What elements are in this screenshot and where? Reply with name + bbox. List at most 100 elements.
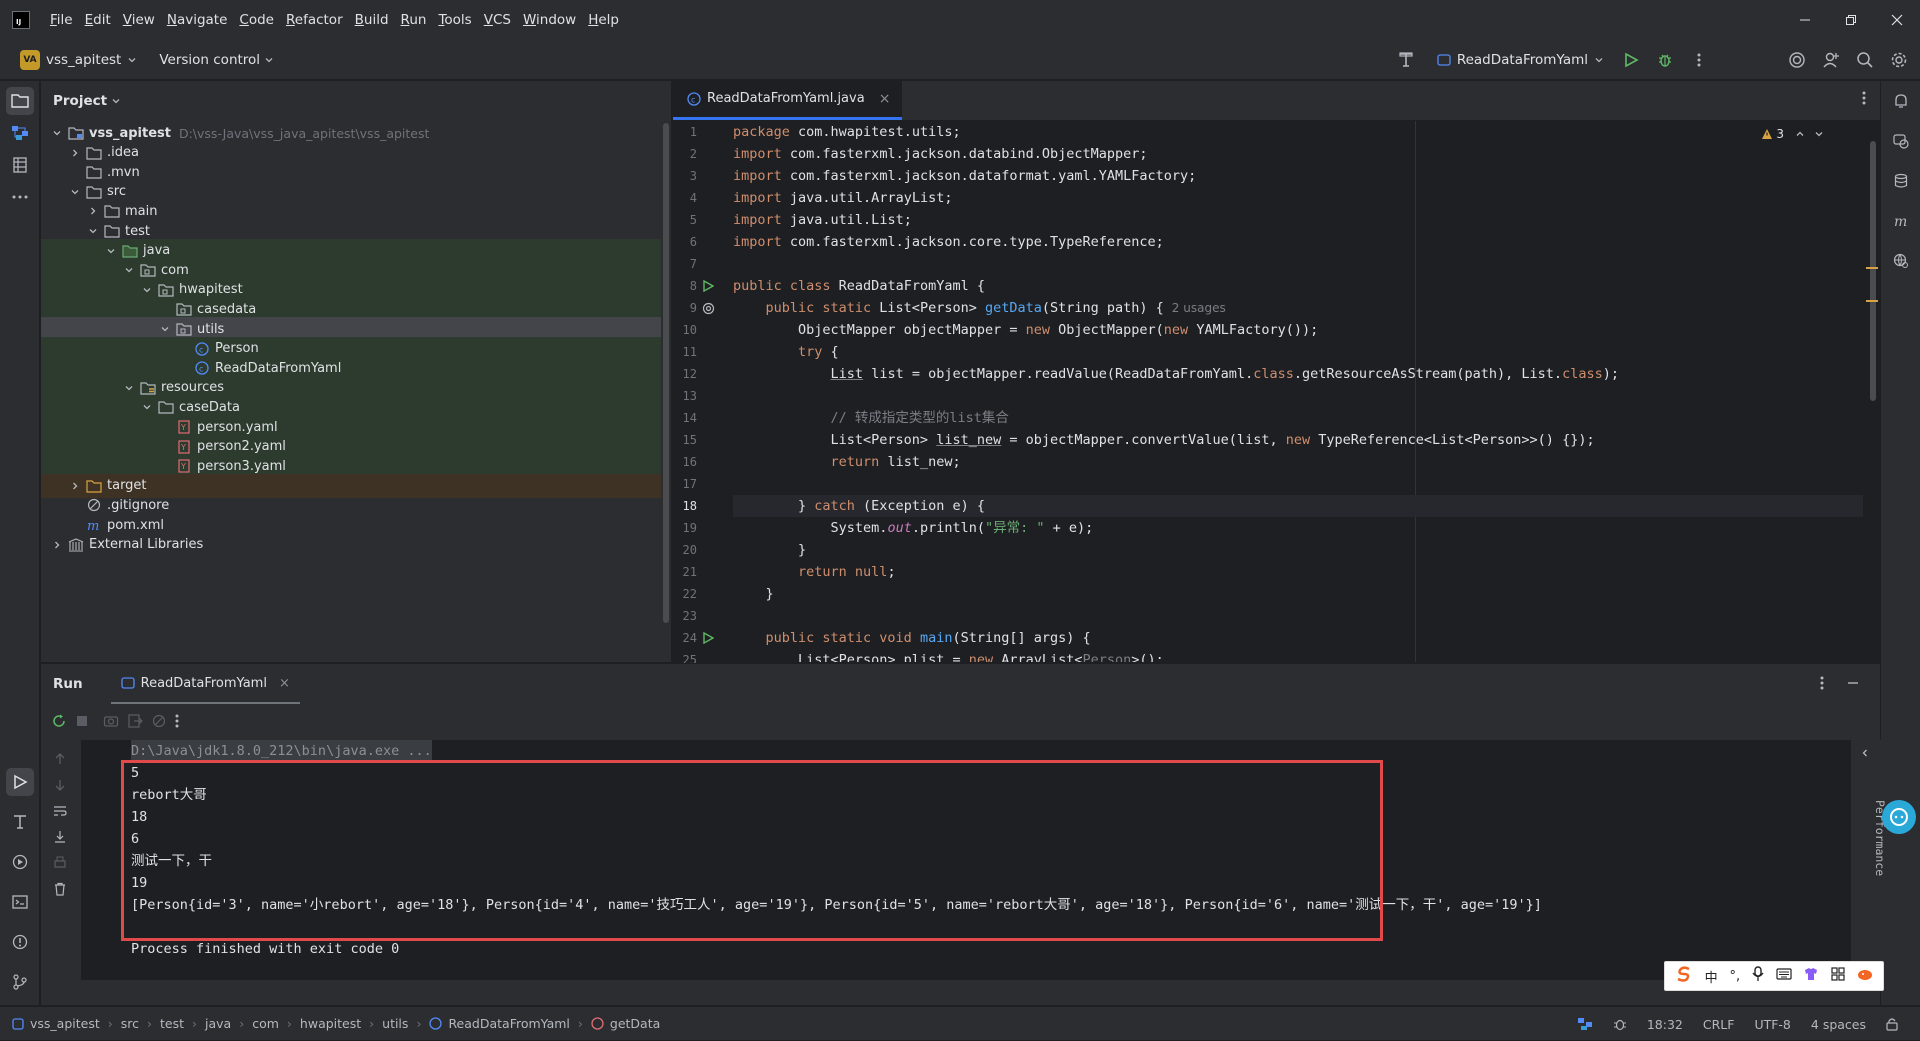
ime-logo-icon[interactable] xyxy=(1675,965,1693,987)
console-output[interactable]: D:\Java\jdk1.8.0_212\bin\java.exe ... 5 … xyxy=(81,740,1887,980)
breadcrumb-item[interactable]: com xyxy=(252,1016,279,1031)
skin-icon[interactable] xyxy=(1803,967,1819,985)
scroll-to-end-icon[interactable] xyxy=(51,828,69,846)
chevron-down-icon[interactable] xyxy=(49,125,65,141)
menu-view[interactable]: View xyxy=(117,7,161,33)
line-number[interactable]: 13 xyxy=(673,385,697,407)
settings-gear-icon[interactable] xyxy=(1884,45,1914,75)
breadcrumb-item[interactable]: ReadDataFromYaml xyxy=(448,1016,569,1031)
menu-code[interactable]: Code xyxy=(233,7,280,33)
line-number[interactable]: 9 xyxy=(673,297,697,319)
editor-tab-readdatafromyaml[interactable]: c ReadDataFromYaml.java × xyxy=(673,80,903,120)
menu-build[interactable]: Build xyxy=(349,7,395,33)
run-button[interactable] xyxy=(1616,45,1646,75)
add-user-icon[interactable] xyxy=(1816,45,1846,75)
minimize-panel-icon[interactable] xyxy=(1846,676,1860,694)
file-encoding[interactable]: UTF-8 xyxy=(1754,1017,1790,1032)
line-number[interactable]: 23 xyxy=(673,605,697,627)
bookmarks-tool-button[interactable] xyxy=(6,151,34,179)
build-tool-button[interactable] xyxy=(6,808,34,836)
tree-item-external-libraries[interactable]: External Libraries xyxy=(41,533,661,557)
chevron-right-icon[interactable] xyxy=(49,537,65,553)
line-number[interactable]: 4 xyxy=(673,187,697,209)
line-number[interactable]: 22 xyxy=(673,583,697,605)
ime-mascot-icon[interactable] xyxy=(1857,967,1873,985)
more-actions-icon[interactable] xyxy=(1684,45,1714,75)
more-actions-icon[interactable] xyxy=(175,714,179,728)
scroll-up-icon[interactable] xyxy=(51,750,69,768)
chevron-left-icon[interactable] xyxy=(1860,748,1870,758)
chevron-down-icon[interactable] xyxy=(139,282,155,298)
editor-scrollbar[interactable] xyxy=(1870,141,1876,401)
problems-tool-button[interactable] xyxy=(6,928,34,956)
console-command-line[interactable]: D:\Java\jdk1.8.0_212\bin\java.exe ... xyxy=(131,740,432,762)
structure-icon[interactable] xyxy=(1577,1017,1593,1031)
close-tab-icon[interactable]: × xyxy=(879,91,891,107)
restore-button[interactable] xyxy=(1828,0,1874,40)
line-number[interactable]: 3 xyxy=(673,165,697,187)
microphone-icon[interactable] xyxy=(1752,966,1764,986)
line-number[interactable]: 8 xyxy=(673,275,697,297)
breadcrumb-item[interactable]: getData xyxy=(610,1016,660,1031)
breadcrumb-item[interactable]: src xyxy=(121,1016,139,1031)
breadcrumb-item[interactable]: utils xyxy=(382,1016,408,1031)
run-tab-readdatafromyaml[interactable]: ReadDataFromYaml × xyxy=(110,664,300,704)
chevron-down-icon[interactable] xyxy=(85,223,101,239)
chevron-down-icon[interactable] xyxy=(157,321,173,337)
camera-icon[interactable] xyxy=(103,713,119,729)
breadcrumb-item[interactable]: java xyxy=(205,1016,231,1031)
line-number[interactable]: 18 xyxy=(673,495,697,517)
line-number[interactable]: 1 xyxy=(673,121,697,143)
chevron-right-icon[interactable] xyxy=(85,203,101,219)
chevron-down-icon[interactable] xyxy=(121,262,137,278)
menu-refactor[interactable]: Refactor xyxy=(280,7,349,33)
run-tool-button[interactable] xyxy=(6,768,34,796)
minimize-button[interactable] xyxy=(1782,0,1828,40)
database-icon[interactable] xyxy=(1887,167,1915,195)
more-options-icon[interactable] xyxy=(1820,676,1824,694)
chevron-down-icon[interactable] xyxy=(139,399,155,415)
print-icon[interactable] xyxy=(51,854,69,872)
keyboard-icon[interactable] xyxy=(1776,967,1792,985)
line-number[interactable]: 6 xyxy=(673,231,697,253)
scroll-down-icon[interactable] xyxy=(51,776,69,794)
notifications-bell-icon[interactable] xyxy=(1887,87,1915,115)
chevron-right-icon[interactable] xyxy=(67,145,83,161)
menu-help[interactable]: Help xyxy=(582,7,625,33)
menu-vcs[interactable]: VCS xyxy=(478,7,517,33)
close-window-button[interactable] xyxy=(1874,0,1920,40)
run-gutter-icon[interactable] xyxy=(700,630,716,646)
line-separator[interactable]: CRLF xyxy=(1703,1017,1735,1032)
menu-run[interactable]: Run xyxy=(395,7,433,33)
line-number[interactable]: 14 xyxy=(673,407,697,429)
usages-hint[interactable]: 2 usages xyxy=(1172,301,1226,315)
view-breakpoints-icon[interactable] xyxy=(151,713,167,729)
project-widget[interactable]: VA vss_apitest xyxy=(20,49,137,70)
toolbox-grid-icon[interactable] xyxy=(1831,967,1845,985)
web-search-icon[interactable] xyxy=(1887,247,1915,275)
line-number[interactable]: 15 xyxy=(673,429,697,451)
line-number[interactable]: 12 xyxy=(673,363,697,385)
project-panel-header[interactable]: Project xyxy=(41,81,671,121)
chevron-right-icon[interactable] xyxy=(67,478,83,494)
close-tab-icon[interactable]: × xyxy=(279,676,290,691)
chevron-down-icon[interactable] xyxy=(103,243,119,259)
project-tree-scrollbar[interactable] xyxy=(663,123,669,623)
line-number[interactable]: 21 xyxy=(673,561,697,583)
menu-tools[interactable]: Tools xyxy=(432,7,477,33)
line-number[interactable]: 16 xyxy=(673,451,697,473)
menu-window[interactable]: Window xyxy=(517,7,582,33)
version-control-widget[interactable]: Version control xyxy=(159,52,274,68)
menu-navigate[interactable]: Navigate xyxy=(161,7,234,33)
exit-icon[interactable] xyxy=(127,713,143,729)
search-icon[interactable] xyxy=(1850,45,1880,75)
git-tool-button[interactable] xyxy=(6,968,34,996)
menu-edit[interactable]: Edit xyxy=(79,7,117,33)
structure-tool-button[interactable] xyxy=(6,119,34,147)
run-gutter-icon[interactable] xyxy=(700,278,716,294)
stop-icon[interactable] xyxy=(75,714,89,728)
chevron-up-icon[interactable] xyxy=(1795,129,1805,139)
inspection-warnings-widget[interactable]: 3 xyxy=(1761,127,1824,141)
line-number[interactable]: 2 xyxy=(673,143,697,165)
chevron-down-icon[interactable] xyxy=(121,380,137,396)
